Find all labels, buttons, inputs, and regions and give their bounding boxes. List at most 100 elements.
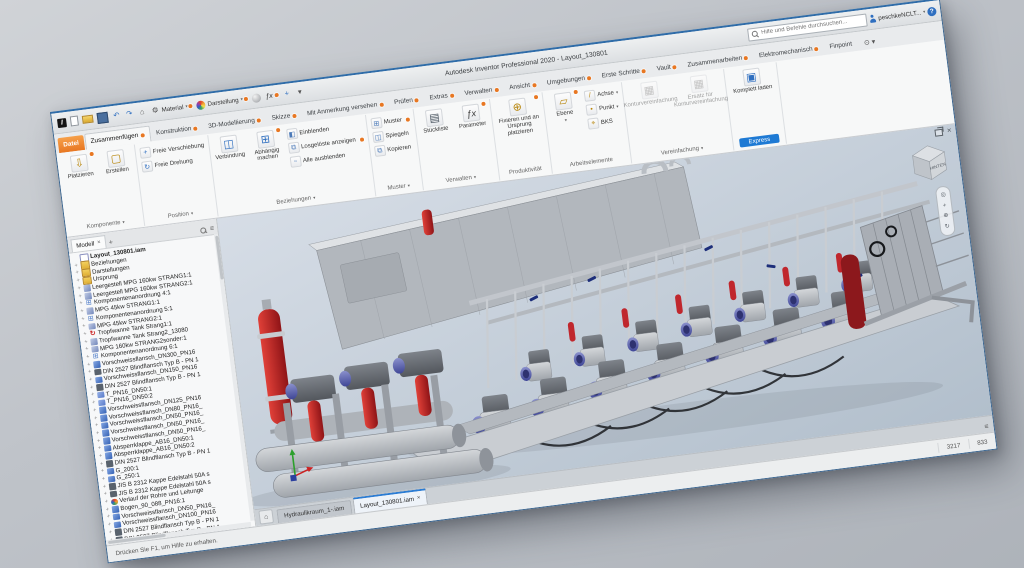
- sphere-icon[interactable]: [250, 91, 263, 105]
- expander-icon[interactable]: +: [107, 523, 113, 529]
- add-browser-tab-button[interactable]: +: [108, 239, 113, 246]
- expander-icon[interactable]: +: [84, 347, 90, 353]
- expander-icon[interactable]: +: [89, 385, 95, 391]
- expander-icon[interactable]: +: [82, 332, 88, 338]
- open-icon[interactable]: [80, 112, 95, 127]
- orbit-icon[interactable]: ↻: [945, 224, 951, 231]
- ribbon-button-stack: +Freie Verschiebung↻Freie Drehung: [137, 136, 209, 173]
- ribbon-button-ebene[interactable]: ▱Ebene▾: [545, 89, 584, 126]
- redo-icon: ↷: [124, 109, 134, 119]
- add-icon[interactable]: +: [281, 87, 294, 101]
- help-icon[interactable]: ?: [927, 6, 937, 16]
- button-label: Parameter: [459, 121, 487, 131]
- annotation-dot: [672, 65, 676, 69]
- expander-icon[interactable]: +: [87, 370, 93, 376]
- account-menu[interactable]: peschkeNCLT... ▾: [868, 7, 926, 23]
- button-label: Komplett laden: [733, 84, 773, 95]
- qat-customize-chevron[interactable]: ▾: [294, 85, 307, 99]
- ribbon-button-abh-ngig-machen[interactable]: ⊞Abhängig machen: [247, 127, 286, 164]
- ribbon-options-icon[interactable]: ⊙ ▾: [863, 34, 876, 50]
- inventor-logo[interactable]: I: [56, 115, 69, 129]
- button-label: Platzieren: [67, 171, 94, 181]
- ribbon-button-parameter[interactable]: ƒxParameter: [452, 100, 490, 131]
- expander-icon[interactable]: +: [106, 515, 112, 521]
- refresh-icon: ↻: [89, 330, 96, 337]
- expander-icon[interactable]: +: [93, 416, 99, 422]
- expander-icon[interactable]: +: [80, 317, 86, 323]
- restore-icon[interactable]: [935, 128, 944, 136]
- showiso-icon: ⧉: [288, 142, 300, 154]
- home-icon: ⌂: [137, 107, 147, 117]
- expander-icon[interactable]: +: [91, 401, 97, 407]
- expander-icon[interactable]: +: [81, 324, 87, 330]
- annotation-dot: [534, 95, 538, 99]
- sphere-icon: [251, 93, 261, 103]
- ribbon-button-platzieren[interactable]: ⇩Platzieren: [61, 151, 99, 182]
- material-dropdown[interactable]: ⚙Material▾: [149, 99, 195, 118]
- expander-icon[interactable]: +: [90, 393, 96, 399]
- expander-icon[interactable]: +: [96, 439, 102, 445]
- expander-icon[interactable]: +: [78, 302, 84, 308]
- close-icon[interactable]: ×: [417, 495, 421, 501]
- button-label: Fixieren und an Ursprung platzieren: [496, 114, 544, 139]
- fx-icon[interactable]: ƒx: [263, 88, 281, 103]
- point-icon: •: [586, 103, 598, 115]
- expander-icon[interactable]: +: [105, 507, 111, 513]
- new-file-icon[interactable]: [69, 114, 81, 128]
- expander-icon[interactable]: +: [95, 431, 101, 437]
- zoom-icon[interactable]: ⊕: [943, 213, 949, 220]
- chevron-down-icon: ▾: [564, 118, 567, 124]
- close-icon[interactable]: ×: [947, 127, 953, 136]
- browser-search-icon[interactable]: [200, 227, 207, 234]
- expander-icon[interactable]: +: [79, 309, 85, 315]
- undo-icon[interactable]: ↶: [110, 108, 123, 122]
- expander-icon[interactable]: +: [92, 408, 98, 414]
- expander-icon[interactable]: +: [76, 286, 82, 292]
- view-cube[interactable]: HINTEN: [904, 138, 955, 186]
- expander-icon[interactable]: +: [77, 294, 83, 300]
- annotation-dot: [89, 152, 93, 156]
- part-icon: [108, 475, 115, 482]
- button-label: Alle ausblenden: [303, 152, 346, 163]
- expander-icon[interactable]: +: [102, 485, 108, 491]
- appearance-dropdown[interactable]: Darstellung▾: [195, 92, 250, 112]
- annotation-dot: [574, 90, 578, 94]
- browser-menu-icon[interactable]: ≡: [210, 225, 215, 232]
- home-icon[interactable]: ⌂: [258, 509, 274, 525]
- button-label: Kopieren: [387, 144, 412, 153]
- ribbon-button-fixieren-und-an-ursprung-platzieren[interactable]: ⊕Fixieren und an Ursprung platzieren: [492, 94, 545, 139]
- expander-icon[interactable]: +: [86, 363, 92, 369]
- expander-icon[interactable]: +: [100, 469, 106, 475]
- expander-icon[interactable]: +: [99, 462, 105, 468]
- express-mode-button[interactable]: Express: [739, 134, 780, 148]
- pan-icon[interactable]: +: [943, 202, 947, 208]
- expander-icon[interactable]: +: [97, 446, 103, 452]
- ribbon-button-erstellen[interactable]: ▢Erstellen: [97, 146, 135, 177]
- inventor-logo: I: [57, 118, 67, 128]
- expander-icon[interactable]: +: [103, 492, 109, 498]
- save-icon[interactable]: [95, 110, 110, 125]
- ribbon-button-st-ckliste[interactable]: ▤Stückliste: [416, 105, 454, 136]
- ribbon-button-stack: /Achse▾•Punkt▾⌖BKS: [581, 83, 624, 130]
- expander-icon[interactable]: +: [98, 454, 104, 460]
- home-icon[interactable]: ⌂: [136, 105, 149, 119]
- chevron-down-icon: ▾: [407, 182, 410, 188]
- expander-icon[interactable]: +: [74, 271, 80, 277]
- close-icon[interactable]: ×: [97, 240, 101, 246]
- expander-icon[interactable]: +: [85, 355, 91, 361]
- expander-icon[interactable]: +: [94, 424, 100, 430]
- full-navigation-wheel-icon[interactable]: ◎: [940, 192, 946, 199]
- expander-icon[interactable]: +: [104, 500, 110, 506]
- add-icon: +: [282, 89, 292, 99]
- expander-icon[interactable]: +: [74, 263, 80, 269]
- chevron-down-icon: ▾: [313, 194, 316, 200]
- bom-icon: ▤: [425, 108, 444, 127]
- expander-icon[interactable]: +: [83, 340, 89, 346]
- expander-icon[interactable]: +: [108, 530, 114, 536]
- expander-icon[interactable]: +: [101, 477, 107, 483]
- ribbon-button-komplett-laden[interactable]: ▣Komplett laden: [726, 64, 777, 96]
- expander-icon[interactable]: +: [88, 378, 94, 384]
- redo-icon[interactable]: ↷: [123, 107, 136, 121]
- ribbon-button-verbindung[interactable]: ◫Verbindung: [210, 131, 248, 162]
- expander-icon[interactable]: +: [75, 279, 81, 285]
